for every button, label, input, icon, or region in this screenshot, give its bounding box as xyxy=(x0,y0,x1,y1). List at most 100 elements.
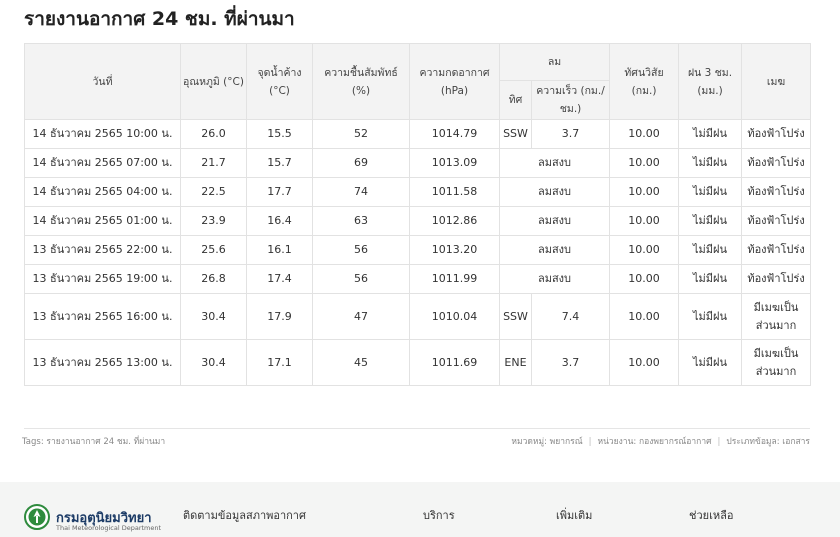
cell-visibility: 10.00 xyxy=(609,235,680,265)
cell-visibility: 10.00 xyxy=(609,293,680,340)
cell-dew-point: 17.4 xyxy=(246,264,313,294)
header-wind-direction: ทิศ xyxy=(499,80,532,120)
cell-humidity: 56 xyxy=(312,235,410,265)
cell-visibility: 10.00 xyxy=(609,206,680,236)
header-temperature: อุณหภูมิ (°C) xyxy=(180,43,247,120)
header-rain: ฝน 3 ชม. (มม.) xyxy=(678,43,743,120)
cell-wind-calm: ลมสงบ xyxy=(498,148,611,178)
cell-date: 13 ธันวาคม 2565 16:00 น. xyxy=(24,293,181,340)
content-divider xyxy=(24,428,810,429)
meta-separator: | xyxy=(717,437,721,447)
meta-line: หมวดหมู่: พยากรณ์ | หน่วยงาน: กองพยากรณ์อา… xyxy=(511,434,810,448)
header-visibility: ทัศนวิสัย (กม.) xyxy=(609,43,680,120)
footer-nav-more[interactable]: เพิ่มเติม xyxy=(556,506,592,524)
cell-rain: ไม่มีฝน xyxy=(678,206,743,236)
cell-rain: ไม่มีฝน xyxy=(678,119,743,149)
cell-cloud: ท้องฟ้าโปร่ง xyxy=(741,264,812,294)
cell-date: 14 ธันวาคม 2565 10:00 น. xyxy=(24,119,181,149)
page-title: รายงานอากาศ 24 ชม. ที่ผ่านมา xyxy=(24,8,295,30)
cell-dew-point: 15.5 xyxy=(246,119,313,149)
site-footer: กรมอุตุนิยมวิทยา Thai Meteorological Dep… xyxy=(0,482,840,537)
cell-cloud: ท้องฟ้าโปร่ง xyxy=(741,206,812,236)
org-subtitle: Thai Meteorological Department xyxy=(56,524,162,532)
cell-humidity: 63 xyxy=(312,206,410,236)
cell-temperature: 23.9 xyxy=(180,206,247,236)
cell-dew-point: 17.9 xyxy=(246,293,313,340)
cell-wind-speed: 3.7 xyxy=(530,119,611,149)
cell-visibility: 10.00 xyxy=(609,177,680,207)
cell-visibility: 10.00 xyxy=(609,264,680,294)
cell-humidity: 56 xyxy=(312,264,410,294)
header-humidity: ความชื้นสัมพัทธ์ (%) xyxy=(312,43,410,120)
table-row: 13 ธันวาคม 2565 13:00 น. 30.4 17.1 45 1011.6… xyxy=(24,339,812,386)
cell-rain: ไม่มีฝน xyxy=(678,235,743,265)
footer-nav-services[interactable]: บริการ xyxy=(423,506,455,524)
table-row: 13 ธันวาคม 2565 22:00 น. 25.6 16.1 56 1013.2… xyxy=(24,235,812,265)
header-cloud: เมฆ xyxy=(741,43,812,120)
cell-temperature: 22.5 xyxy=(180,177,247,207)
meta-category[interactable]: หมวดหมู่: พยากรณ์ xyxy=(511,437,582,447)
cell-visibility: 10.00 xyxy=(609,148,680,178)
cell-pressure: 1013.20 xyxy=(409,235,500,265)
weather-report-table: วันที่ อุณหภูมิ (°C) จุดน้ำค้าง (°C) ควา… xyxy=(24,43,812,386)
cell-pressure: 1014.79 xyxy=(409,119,500,149)
cell-pressure: 1013.09 xyxy=(409,148,500,178)
cell-wind-speed: 3.7 xyxy=(530,339,611,386)
cell-temperature: 25.6 xyxy=(180,235,247,265)
cell-pressure: 1011.99 xyxy=(409,264,500,294)
cell-wind-calm: ลมสงบ xyxy=(498,177,611,207)
meta-type[interactable]: ประเภทข้อมูล: เอกสาร xyxy=(726,437,810,447)
cell-dew-point: 16.4 xyxy=(246,206,313,236)
cell-humidity: 69 xyxy=(312,148,410,178)
cell-dew-point: 16.1 xyxy=(246,235,313,265)
cell-wind-calm: ลมสงบ xyxy=(498,264,611,294)
header-pressure: ความกดอากาศ (hPa) xyxy=(409,43,500,120)
header-dew-point: จุดน้ำค้าง (°C) xyxy=(246,43,313,120)
table-row: 13 ธันวาคม 2565 19:00 น. 26.8 17.4 56 1011.9… xyxy=(24,264,812,294)
cell-pressure: 1011.58 xyxy=(409,177,500,207)
cell-cloud: ท้องฟ้าโปร่ง xyxy=(741,119,812,149)
table-row: 13 ธันวาคม 2565 16:00 น. 30.4 17.9 47 1010.0… xyxy=(24,293,812,340)
table-row: 14 ธันวาคม 2565 10:00 น. 26.0 15.5 52 1014.7… xyxy=(24,119,812,149)
table-row: 14 ธันวาคม 2565 07:00 น. 21.7 15.7 69 1013.0… xyxy=(24,148,812,178)
footer-nav-weather-tracking[interactable]: ติดตามข้อมูลสภาพอากาศ xyxy=(183,506,306,524)
tags-line: Tags: รายงานอากาศ 24 ชม. ที่ผ่านมา xyxy=(22,434,165,448)
tmd-logo-icon[interactable] xyxy=(24,504,50,530)
cell-wind-speed: 7.4 xyxy=(530,293,611,340)
footer-nav-help[interactable]: ช่วยเหลือ xyxy=(689,506,733,524)
cell-rain: ไม่มีฝน xyxy=(678,177,743,207)
cell-date: 14 ธันวาคม 2565 04:00 น. xyxy=(24,177,181,207)
cell-temperature: 30.4 xyxy=(180,293,247,340)
cell-cloud: ท้องฟ้าโปร่ง xyxy=(741,177,812,207)
meta-agency[interactable]: หน่วยงาน: กองพยากรณ์อากาศ xyxy=(597,437,711,447)
cell-visibility: 10.00 xyxy=(609,119,680,149)
cell-temperature: 26.8 xyxy=(180,264,247,294)
cell-wind-calm: ลมสงบ xyxy=(498,235,611,265)
cell-humidity: 52 xyxy=(312,119,410,149)
cell-cloud: มีเมฆเป็นส่วนมาก xyxy=(741,293,812,340)
cell-dew-point: 17.1 xyxy=(246,339,313,386)
header-wind: ลม xyxy=(498,43,611,81)
cell-temperature: 26.0 xyxy=(180,119,247,149)
cell-temperature: 30.4 xyxy=(180,339,247,386)
cell-humidity: 45 xyxy=(312,339,410,386)
cell-pressure: 1010.04 xyxy=(409,293,500,340)
cell-humidity: 47 xyxy=(312,293,410,340)
cell-rain: ไม่มีฝน xyxy=(678,264,743,294)
cell-date: 14 ธันวาคม 2565 07:00 น. xyxy=(24,148,181,178)
cell-pressure: 1011.69 xyxy=(409,339,500,386)
cell-visibility: 10.00 xyxy=(609,339,680,386)
cell-date: 13 ธันวาคม 2565 13:00 น. xyxy=(24,339,181,386)
cell-rain: ไม่มีฝน xyxy=(678,293,743,340)
cell-dew-point: 15.7 xyxy=(246,148,313,178)
meta-separator: | xyxy=(588,437,592,447)
cell-date: 13 ธันวาคม 2565 22:00 น. xyxy=(24,235,181,265)
cell-rain: ไม่มีฝน xyxy=(678,148,743,178)
tag-link[interactable]: รายงานอากาศ 24 ชม. ที่ผ่านมา xyxy=(46,437,165,447)
tags-label: Tags: xyxy=(22,437,44,447)
cell-date: 13 ธันวาคม 2565 19:00 น. xyxy=(24,264,181,294)
cell-humidity: 74 xyxy=(312,177,410,207)
header-wind-speed: ความเร็ว (กม./ชม.) xyxy=(530,80,611,120)
cell-wind-calm: ลมสงบ xyxy=(498,206,611,236)
cell-cloud: ท้องฟ้าโปร่ง xyxy=(741,235,812,265)
